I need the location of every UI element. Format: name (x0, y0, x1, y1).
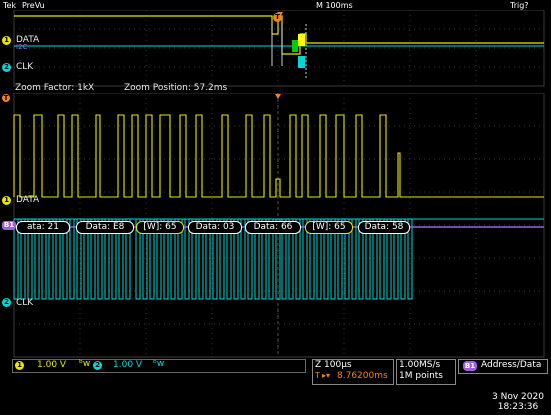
ch1-zoom-trace (13, 114, 544, 198)
date-time: 3 Nov 2020 18:23:36 (489, 392, 547, 412)
bus-packet[interactable]: ata: 21 (16, 221, 70, 234)
bus-zoom-badge: B1 (2, 221, 16, 230)
ch2-bandwidth-icon: ᵇw (153, 359, 165, 369)
bus-title: Address/Data (481, 360, 542, 370)
trigger-status: Trig? (510, 1, 529, 10)
acquisition-box[interactable]: 1.00MS/s 1M points (396, 359, 456, 385)
sample-rate: 1.00MS/s (399, 360, 441, 370)
ch1-status-badge: 1 (15, 361, 24, 370)
zoom-trigger-marker-icon (275, 94, 281, 99)
ch2-status-badge: 2 (93, 361, 102, 370)
zoom-trigger-t-icon: T (2, 94, 10, 102)
acquisition-mode: PreVu (22, 1, 45, 10)
zoom-time: Z 100µs (315, 360, 352, 370)
ch1-volts: 1.00 V (37, 360, 67, 370)
ch2-zoom-badge: 2 (2, 298, 11, 307)
ch2-overview-badge: 2 (2, 63, 11, 72)
bus-box[interactable]: B1 Address/Data (458, 359, 548, 374)
timebase-readout: M 100ms (316, 1, 353, 10)
ch1-zoom-label: DATA (16, 195, 40, 205)
trigger-arrow-icon: ▸▾ (322, 371, 331, 380)
ch2-overview-label: CLK (16, 62, 34, 72)
ch2-zoom-label: CLK (16, 298, 34, 308)
zoom-position: Zoom Position: 57.2ms (124, 83, 228, 93)
brand-logo: Tek (3, 1, 17, 10)
ch1-bandwidth-icon: ᵇw (79, 359, 91, 369)
bus-packet[interactable]: Data: 66 (245, 221, 301, 234)
oscilloscope-screen: Tek PreVu M 100ms Trig? T 1 DATA I2C 2 C… (0, 0, 551, 415)
bus-packet[interactable]: Data: 03 (188, 221, 242, 234)
ch1-zoom-badge: 1 (2, 196, 11, 205)
ch1-overview-badge: 1 (2, 36, 11, 45)
status-bar: 1 1.00 V ᵇw 2 1.00 V ᵇw Z 100µs T ▸▾ 8.7… (0, 358, 551, 391)
record-length: 1M points (399, 371, 443, 381)
bus-packet[interactable]: Data: 58 (358, 221, 410, 234)
ch2-volts: 1.00 V (113, 360, 143, 370)
channel-settings-box[interactable]: 1 1.00 V ᵇw 2 1.00 V ᵇw (12, 359, 306, 373)
horizontal-box[interactable]: Z 100µs T ▸▾ 8.76200ms (312, 359, 394, 385)
bus-packet[interactable]: [W]: 65 (136, 221, 184, 234)
date: 3 Nov 2020 (492, 392, 544, 402)
bus-packet[interactable]: Data: E8 (76, 221, 134, 234)
zoom-factor: Zoom Factor: 1kX (15, 83, 95, 93)
bus-overview-label: I2C (16, 43, 28, 51)
time: 18:23:36 (497, 402, 539, 412)
trigger-t-icon: T (273, 13, 282, 22)
trigger-prefix-icon: T (315, 371, 320, 380)
trigger-time: 8.76200ms (337, 371, 388, 381)
bus-status-badge: B1 (463, 361, 477, 371)
bus-packet[interactable]: [W]: 65 (305, 221, 353, 234)
